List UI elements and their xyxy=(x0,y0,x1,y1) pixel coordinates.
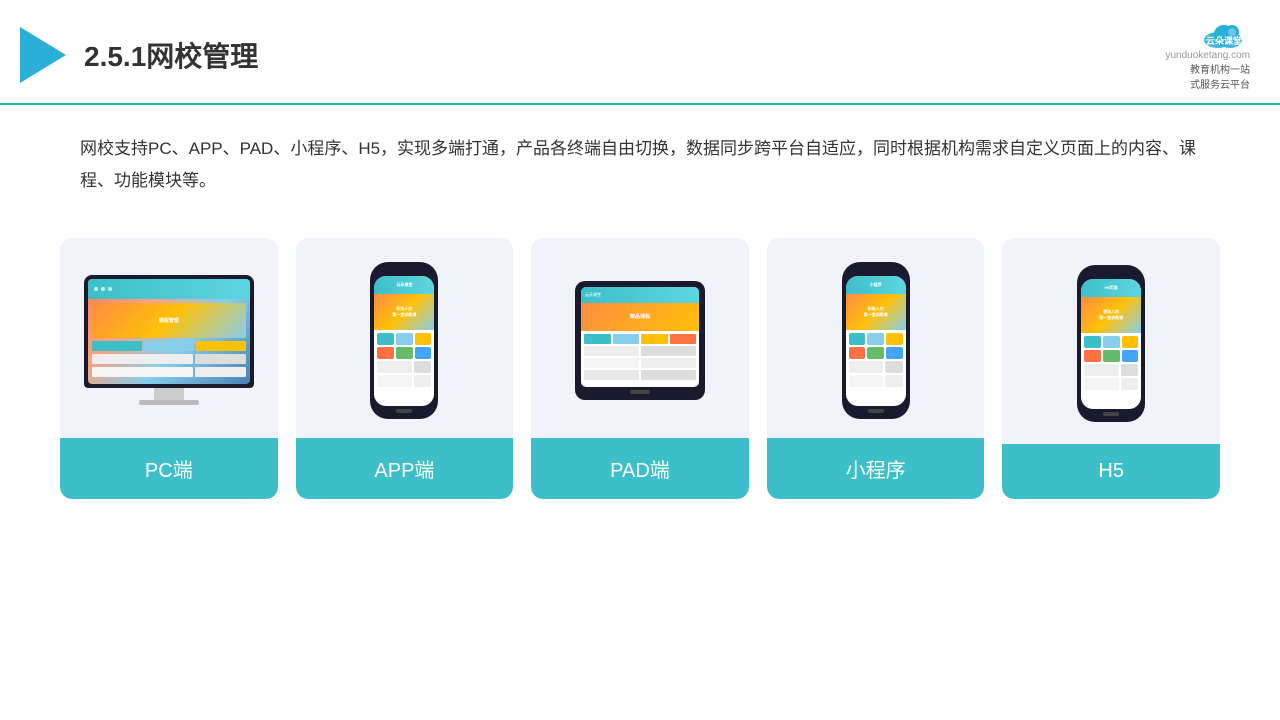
phone-mockup-mini: 小程序 职场人的第一堂训练课 xyxy=(842,262,910,419)
card-pad-image: 云朵课堂 精品课程 xyxy=(531,238,749,438)
brand-logo-icon: 云朵课堂 xyxy=(1198,18,1250,50)
brand-url: yunduoketang.com xyxy=(1165,50,1250,61)
description-text: 网校支持PC、APP、PAD、小程序、H5，实现多端打通，产品各终端自由切换，数… xyxy=(0,105,1280,208)
phone-mockup-app: 云朵课堂 职场人的第一堂训练课 xyxy=(370,262,438,419)
card-mini-image: 小程序 职场人的第一堂训练课 xyxy=(767,238,985,438)
logo-triangle-icon xyxy=(20,27,66,83)
card-pc-label: PC端 xyxy=(60,438,278,499)
header: 2.5.1网校管理 云朵课堂 yunduoketang.com 教育机构一站 式… xyxy=(0,0,1280,105)
card-pc: 课程管理 xyxy=(60,238,278,499)
card-miniprogram: 小程序 职场人的第一堂训练课 xyxy=(767,238,985,499)
description-paragraph: 网校支持PC、APP、PAD、小程序、H5，实现多端打通，产品各终端自由切换，数… xyxy=(80,133,1200,198)
phone-mockup-h5: H5页面 职场人的第一堂训练课 xyxy=(1077,265,1145,422)
brand-tagline: 教育机构一站 式服务云平台 xyxy=(1190,61,1250,91)
card-pad-label: PAD端 xyxy=(531,438,749,499)
card-pad: 云朵课堂 精品课程 xyxy=(531,238,749,499)
card-mini-label: 小程序 xyxy=(767,438,985,499)
cards-container: 课程管理 xyxy=(0,208,1280,529)
card-app-image: 云朵课堂 职场人的第一堂训练课 xyxy=(296,238,514,438)
page-title: 2.5.1网校管理 xyxy=(84,35,258,75)
card-pc-image: 课程管理 xyxy=(60,238,278,438)
card-h5-image: H5页面 职场人的第一堂训练课 xyxy=(1002,238,1220,444)
card-h5: H5页面 职场人的第一堂训练课 xyxy=(1002,238,1220,499)
card-h5-label: H5 xyxy=(1002,444,1220,499)
cloud-icon: 云朵课堂 xyxy=(1198,18,1250,50)
header-left: 2.5.1网校管理 xyxy=(20,27,258,83)
card-app: 云朵课堂 职场人的第一堂训练课 xyxy=(296,238,514,499)
brand-logo-area: 云朵课堂 yunduoketang.com 教育机构一站 式服务云平台 xyxy=(1165,18,1250,91)
tablet-mockup: 云朵课堂 精品课程 xyxy=(575,281,705,400)
svg-text:云朵课堂: 云朵课堂 xyxy=(1206,35,1242,46)
monitor-mockup: 课程管理 xyxy=(84,275,254,405)
card-app-label: APP端 xyxy=(296,438,514,499)
